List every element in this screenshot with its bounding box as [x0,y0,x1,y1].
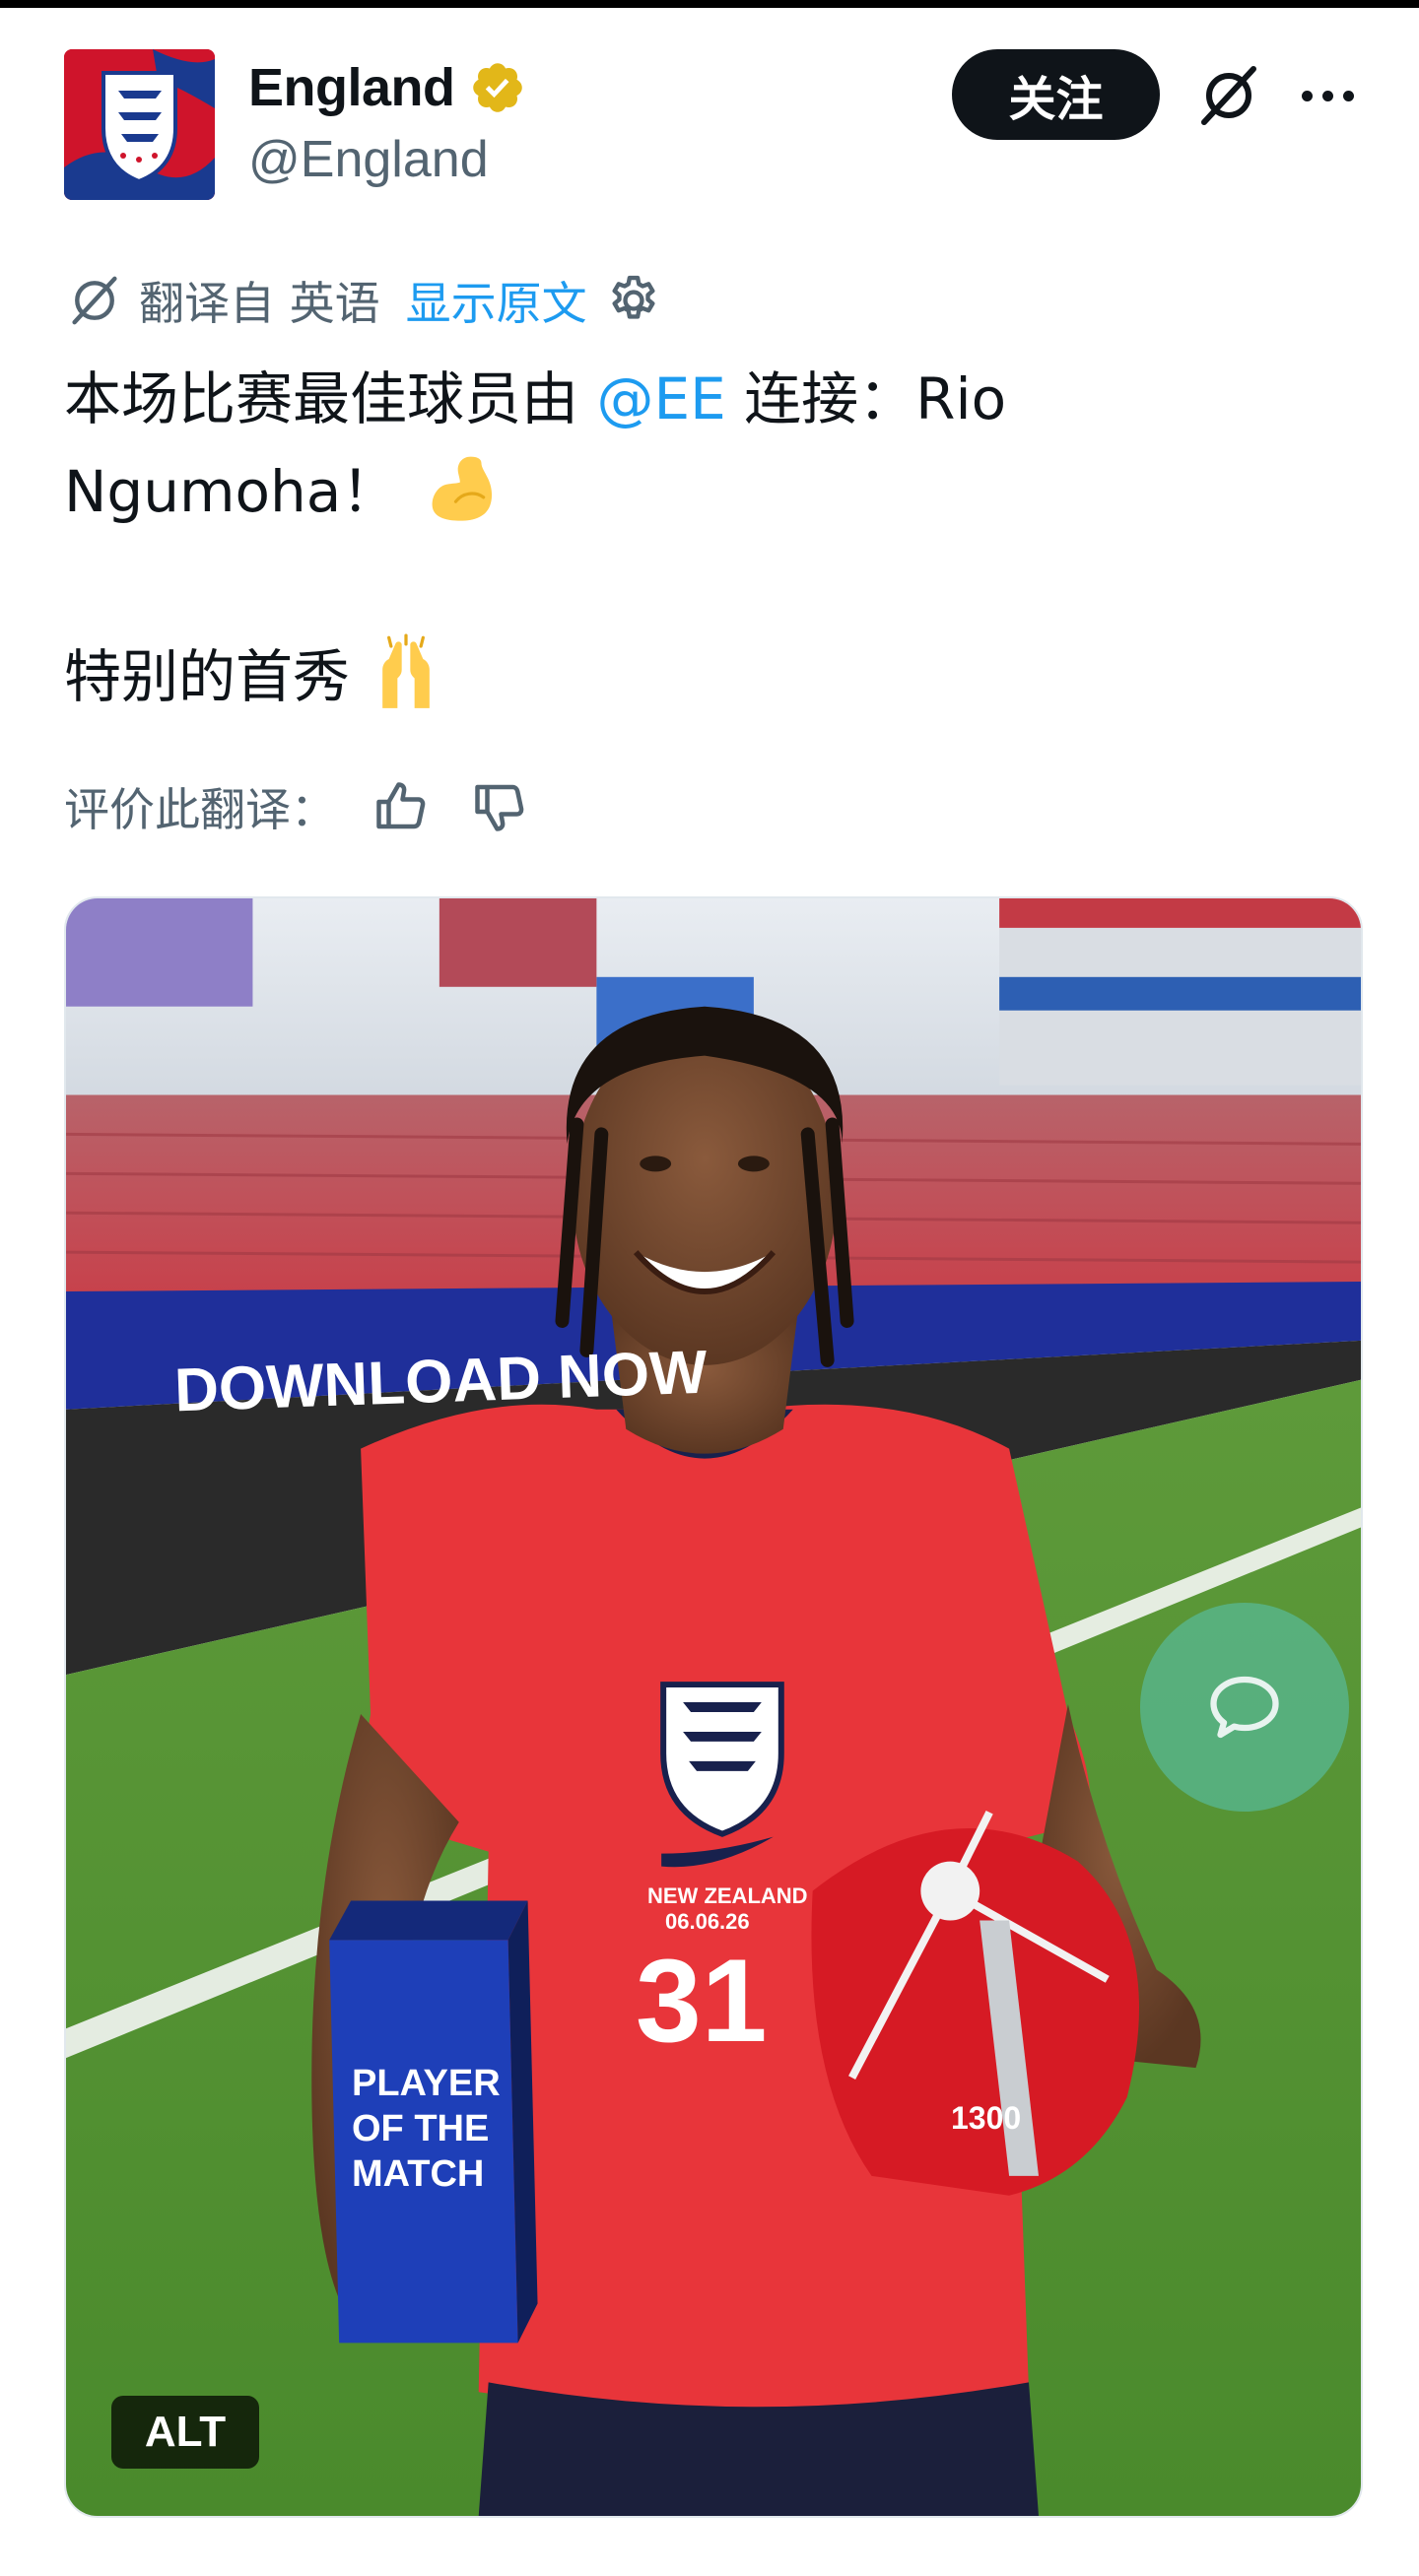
rate-translation-row: 评价此翻译： [64,772,529,841]
user-handle[interactable]: @England [248,130,489,189]
comment-button[interactable] [1140,1603,1349,1812]
tweet-text-segment: 本场比赛最佳球员由 [64,365,597,432]
rate-translation-label: 评价此翻译： [64,783,336,836]
tweet-text-segment: Ngumoha！ [64,458,399,525]
england-crest-avatar-icon [64,49,215,200]
flexed-biceps-icon [432,456,493,521]
thumbs-up-icon[interactable] [372,777,431,836]
grok-icon [1201,66,1256,125]
mention-link[interactable]: @EE [596,365,725,432]
tweet-text-segment: 特别的首秀 [64,643,351,710]
tweet-media-image[interactable]: DOWNLOAD NOW NEW ZEALAND 06.06.26 31 130… [64,896,1363,2518]
trophy-line: MATCH [352,2153,485,2195]
trophy-text: PLAYER OF THE MATCH [352,2061,501,2197]
display-name[interactable]: England [248,57,455,118]
shirt-date: 06.06.26 [665,1909,750,1934]
cap-number: 1300 [951,2100,1022,2136]
avatar[interactable] [64,49,215,200]
verified-badge-icon [472,63,522,112]
thumbs-down-icon[interactable] [470,777,529,836]
tweet-text-segment: 连接：Rio [725,365,1007,432]
raising-hands-icon [382,633,430,708]
name-row: England [248,55,526,120]
translation-row: 翻译自 英语 显示原文 [64,268,662,333]
show-original-link[interactable]: 显示原文 [406,268,587,333]
shirt-text: NEW ZEALAND [647,1883,808,1908]
tweet-blank-line [64,538,1345,630]
comment-icon [1210,1676,1279,1739]
follow-button[interactable]: 关注 [952,49,1160,140]
alt-text-badge[interactable]: ALT [111,2396,259,2469]
grok-translate-icon [72,276,117,325]
more-options-button[interactable] [1293,61,1362,130]
more-dot-icon [1321,90,1333,101]
more-dot-icon [1301,90,1313,101]
status-bar-strip [0,0,1419,8]
tweet-text: 本场比赛最佳球员由 @EE 连接：Rio Ngumoha！ 特别的首秀 [64,353,1345,723]
tweet-line-3: 特别的首秀 [64,630,1345,723]
grok-button[interactable] [1194,61,1263,130]
tweet-line-1: 本场比赛最佳球员由 @EE 连接：Rio [64,353,1345,445]
trophy-line: OF THE [352,2108,490,2149]
shirt-number: 31 [636,1935,768,2067]
gear-icon[interactable] [605,272,662,329]
trophy-line: PLAYER [352,2063,501,2104]
more-dot-icon [1342,90,1354,101]
translated-from-label: 翻译自 英语 [139,277,380,330]
tweet-line-2: Ngumoha！ [64,445,1345,538]
